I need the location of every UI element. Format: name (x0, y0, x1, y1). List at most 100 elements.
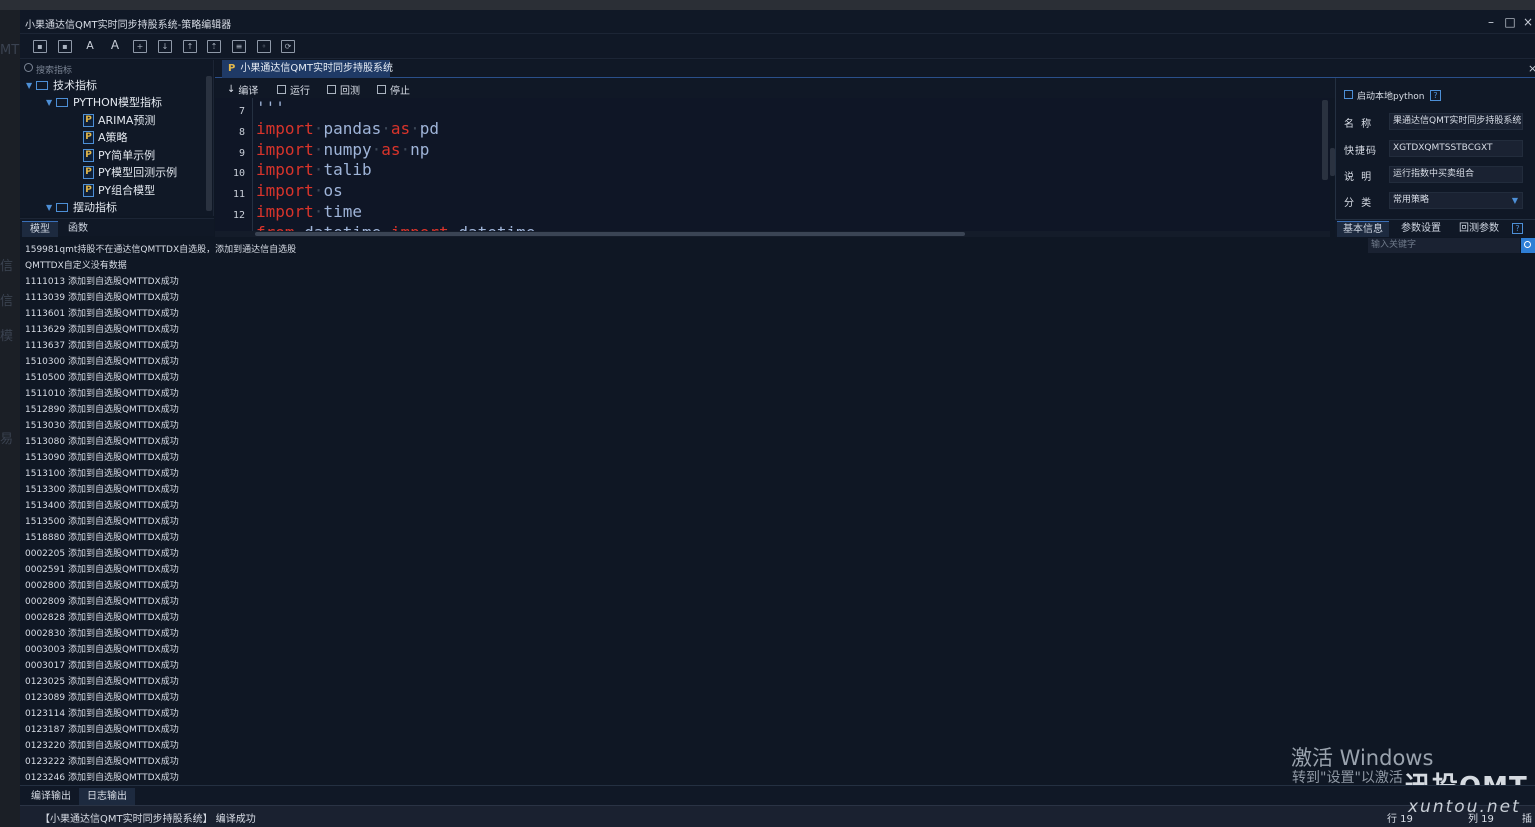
close-button[interactable]: × (1519, 13, 1535, 31)
python-file-icon: P (83, 183, 94, 197)
code-token: as (381, 139, 401, 159)
editor-horizontal-scrollbar[interactable] (215, 231, 1330, 237)
import-icon[interactable]: ↓ (158, 40, 172, 53)
export-icon[interactable]: ↑ (183, 40, 197, 53)
line-number: 7 (238, 106, 245, 117)
log-line: 1513500 添加到自选股QMTTDX成功 (25, 517, 179, 527)
status-message: 【小果通达信QMT实时同步持股系统】 编译成功 (40, 814, 256, 825)
description-field[interactable]: 运行指数中买卖组合 (1389, 166, 1523, 183)
stop-label: 停止 (390, 86, 410, 97)
code-token: · (381, 118, 391, 138)
code-line: import·pandas·as·pd (256, 119, 439, 138)
line-number: 11 (232, 189, 245, 201)
run-label: 运行 (290, 86, 310, 97)
background-window-edge: MT 信 信 模 易 (0, 10, 20, 827)
help-icon[interactable]: ? (1430, 90, 1441, 101)
stop-button[interactable]: 停止 (377, 82, 410, 97)
run-icon (277, 85, 286, 94)
folder-icon (36, 80, 48, 90)
log-line: 1513090 添加到自选股QMTTDX成功 (25, 453, 179, 463)
enable-local-python-label: 启动本地python (1357, 92, 1425, 102)
search-placeholder: 搜索指标 (36, 66, 73, 76)
tab-model[interactable]: 模型 (22, 221, 58, 237)
tab-parameters[interactable]: 参数设置 (1395, 221, 1447, 237)
tree-label: ARIMA预测 (98, 114, 156, 127)
category-select[interactable]: 常用策略 ▼ (1389, 192, 1523, 209)
tab-strategy-file[interactable]: P 小果通达信QMT实时同步持股系统 (222, 60, 393, 78)
tree-item-arima[interactable]: P ARIMA预测 (83, 112, 155, 128)
tree-item-a-strategy[interactable]: P A策略 (83, 129, 128, 145)
tree-item-py-simple[interactable]: P PY简单示例 (83, 147, 155, 163)
field-label: 名 称 (1344, 119, 1374, 130)
font-increase-icon[interactable]: A (108, 39, 122, 53)
log-line: 0003003 添加到自选股QMTTDX成功 (25, 645, 179, 655)
tab-backtest-params[interactable]: 回测参数 (1453, 221, 1505, 237)
activate-windows-hint: 转到"设置"以激活 (1292, 770, 1403, 786)
log-line: 0123222 添加到自选股QMTTDX成功 (25, 757, 179, 767)
log-line: 1113629 添加到自选股QMTTDX成功 (25, 325, 179, 335)
maximize-button[interactable]: □ (1501, 13, 1519, 31)
shortcut-code-field[interactable]: XGTDXQMTSSTBCGXT (1389, 140, 1523, 157)
tree-folder-oscillator[interactable]: ▼ 摆动指标 (46, 199, 117, 215)
log-line: 0002809 添加到自选股QMTTDX成功 (25, 597, 179, 607)
code-line: import·os (256, 181, 343, 200)
close-tab-icon[interactable]: × (1528, 62, 1535, 75)
tree-folder-python[interactable]: ▼ PYTHON模型指标 (46, 94, 162, 110)
tab-log-output[interactable]: 日志输出 (79, 788, 135, 805)
tab-compile-output[interactable]: 编译输出 (23, 788, 79, 805)
log-line: 0123187 添加到自选股QMTTDX成功 (25, 725, 179, 735)
help-icon[interactable]: ? (1512, 223, 1523, 234)
backtest-icon (327, 85, 336, 94)
code-token: · (381, 223, 391, 231)
indicator-search-input[interactable]: 搜索指标 (22, 62, 210, 76)
scroll-thumb[interactable] (255, 232, 965, 236)
site-watermark: xuntou.net (1408, 797, 1521, 817)
ghost-text: 信 (0, 294, 14, 309)
new-file-icon[interactable]: + (133, 40, 147, 53)
export-all-icon[interactable]: ⇡ (207, 40, 221, 53)
code-token: · (313, 202, 324, 221)
output-tabs: 编译输出 日志输出 (20, 785, 1535, 805)
keyword-search-input[interactable]: 输入关键字 (1368, 238, 1520, 253)
log-line: 0002205 添加到自选股QMTTDX成功 (25, 549, 179, 559)
tree-folder-technical[interactable]: ▼ 技术指标 (26, 77, 97, 93)
code-token: import (391, 223, 449, 231)
enable-local-python-checkbox[interactable] (1344, 90, 1353, 99)
code-token: pandas (323, 118, 382, 138)
outer-window-strip (0, 0, 1535, 10)
replace-icon[interactable]: ⟳ (281, 40, 295, 53)
code-line: import·talib (256, 160, 372, 179)
strategy-name-field[interactable]: 果通达信QMT实时同步持股系统 (1389, 113, 1523, 130)
find-icon[interactable]: ◦ (257, 40, 271, 53)
code-token: as (390, 118, 411, 138)
python-file-icon: P (83, 113, 94, 127)
tree-scrollbar[interactable] (206, 76, 212, 211)
minimize-button[interactable]: – (1482, 13, 1500, 31)
backtest-button[interactable]: 回测 (327, 82, 360, 97)
splitter-handle[interactable] (1330, 148, 1335, 176)
log-line: 1510500 添加到自选股QMTTDX成功 (25, 373, 179, 383)
code-token: · (400, 139, 411, 159)
tab-basic-info[interactable]: 基本信息 (1337, 221, 1389, 237)
code-editor[interactable]: 78910111213 '''import·pandas·as·pdimport… (215, 98, 1330, 231)
python-file-icon: P (83, 165, 94, 179)
code-token: · (313, 160, 324, 180)
font-decrease-icon[interactable]: A (83, 40, 97, 53)
editor-vertical-scrollbar[interactable] (1322, 100, 1328, 180)
category-value: 常用策略 (1393, 195, 1430, 205)
code-token: import (256, 160, 314, 180)
compile-button[interactable]: ↓ 编译 (227, 82, 258, 97)
tree-item-py-combo[interactable]: P PY组合模型 (83, 182, 155, 198)
save-icon[interactable]: ▪ (33, 40, 47, 53)
copy-icon[interactable]: ≡ (232, 40, 246, 53)
output-log[interactable]: 159981qmt持股不在通达信QMTTDX自选股，添加到通达信自选股 QMTTD… (20, 239, 1365, 784)
log-line: QMTTDX自定义没有数据 (25, 261, 127, 271)
tab-functions[interactable]: 函数 (60, 221, 96, 237)
tree-item-py-backtest[interactable]: P PY模型回测示例 (83, 164, 177, 180)
run-button[interactable]: 运行 (277, 82, 310, 97)
tree-label: PY组合模型 (98, 184, 156, 197)
save-all-icon[interactable]: ▪ (58, 40, 72, 53)
code-token: ''' (256, 98, 285, 117)
code-token: import (256, 202, 314, 221)
search-button[interactable] (1521, 238, 1535, 253)
